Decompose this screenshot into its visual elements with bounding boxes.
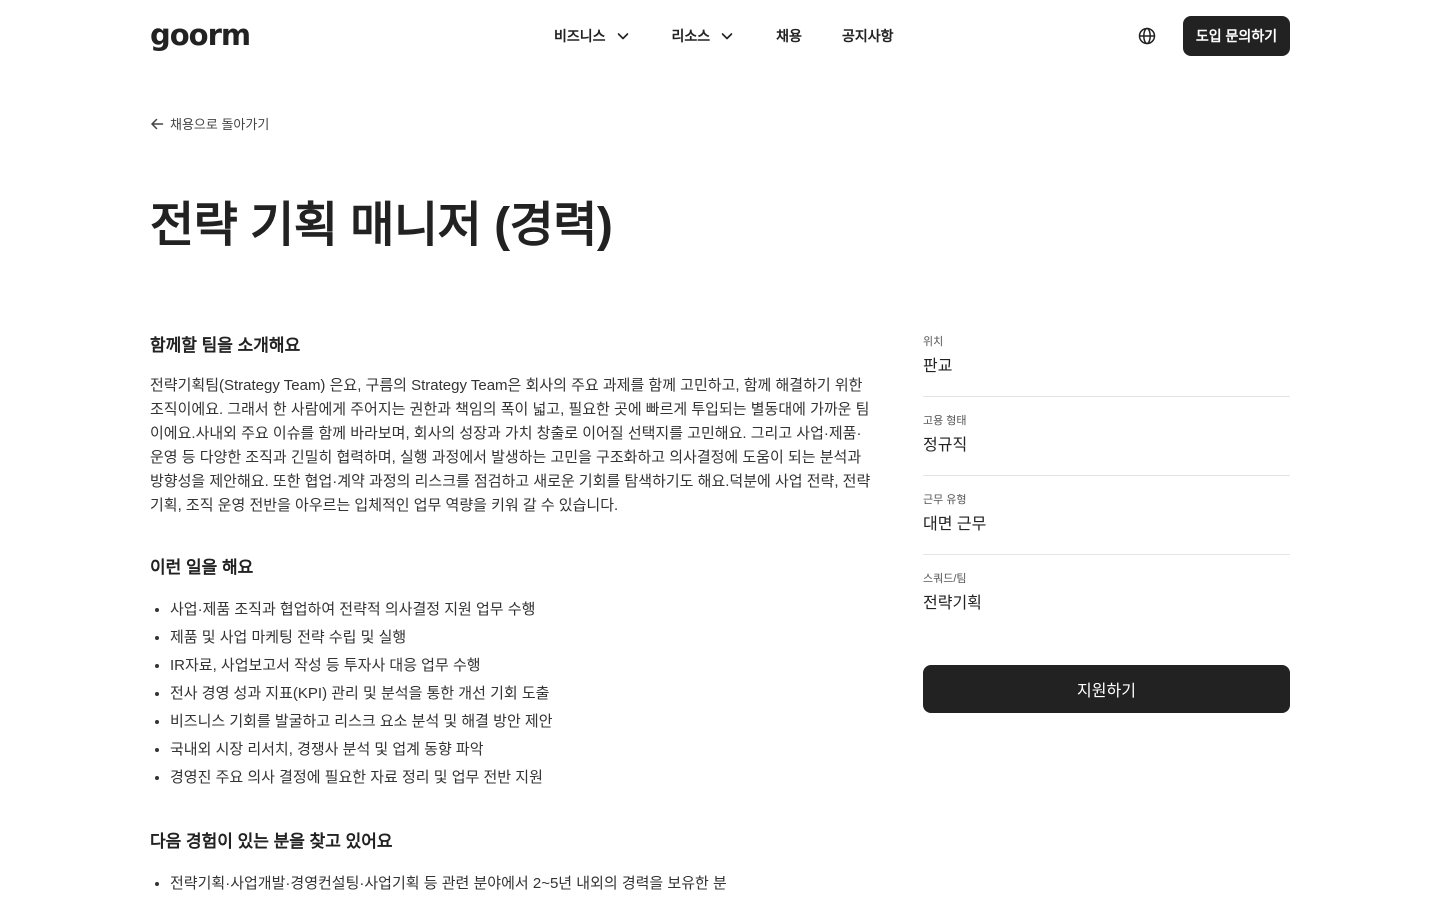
- nav-item-resources[interactable]: 리소스: [672, 26, 735, 46]
- list-item: 국내외 시장 리서치, 경쟁사 분석 및 업계 동향 파악: [150, 736, 875, 764]
- contact-sales-button[interactable]: 도입 문의하기: [1183, 16, 1290, 56]
- meta-label: 위치: [923, 336, 944, 348]
- main-nav: 비즈니스 리소스 채용 공지사항: [554, 26, 893, 46]
- back-link-label: 채용으로 돌아가기: [170, 117, 270, 132]
- list-item: 전략기획·사업개발·경영컨설팅·사업기획 등 관련 분야에서 2~5년 내외의 …: [150, 870, 875, 898]
- nav-item-business[interactable]: 비즈니스: [554, 26, 630, 46]
- globe-icon[interactable]: [1137, 26, 1157, 46]
- meta-employment-type: 고용 형태 정규직: [923, 397, 1290, 476]
- goorm-logo[interactable]: goorm: [150, 18, 251, 52]
- job-description: 함께할 팀을 소개해요 전략기획팀(Strategy Team) 은요, 구름의…: [150, 334, 875, 898]
- nav-item-careers[interactable]: 채용: [776, 26, 802, 46]
- meta-value: 대면 근무: [923, 516, 987, 533]
- apply-button[interactable]: 지원하기: [923, 665, 1290, 713]
- nav-item-label: 채용: [776, 28, 802, 44]
- list-item: 경영진 주요 의사 결정에 필요한 자료 정리 및 업무 전반 지원: [150, 764, 875, 792]
- experience-list: 전략기획·사업개발·경영컨설팅·사업기획 등 관련 분야에서 2~5년 내외의 …: [150, 870, 875, 898]
- meta-label: 스쿼드/팀: [923, 573, 967, 585]
- nav-item-label: 비즈니스: [554, 28, 606, 44]
- page-title: 전략 기획 매니저 (경력): [150, 199, 613, 252]
- team-description: 전략기획팀(Strategy Team) 은요, 구름의 Strategy Te…: [150, 377, 871, 514]
- meta-location: 위치 판교: [923, 334, 1290, 397]
- nav-item-notices[interactable]: 공지사항: [842, 26, 894, 46]
- meta-value: 판교: [923, 358, 953, 375]
- meta-value: 전략기획: [923, 595, 982, 612]
- arrow-left-icon: [151, 118, 164, 129]
- back-to-careers-link[interactable]: 채용으로 돌아가기: [150, 114, 269, 133]
- job-meta-sidebar: 위치 판교 고용 형태 정규직 근무 유형 대면 근무 스쿼드/팀 전략기획: [923, 334, 1290, 634]
- meta-team: 스쿼드/팀 전략기획: [923, 555, 1290, 634]
- list-item: 비즈니스 기회를 발굴하고 리스크 요소 분석 및 해결 방안 제안: [150, 708, 875, 736]
- nav-item-label: 리소스: [671, 28, 711, 44]
- section-heading-experience: 다음 경험이 있는 분을 찾고 있어요: [150, 832, 393, 851]
- chevron-down-icon: [617, 33, 628, 40]
- chevron-down-icon: [721, 33, 733, 40]
- list-item: 제품 및 사업 마케팅 전략 수립 및 실행: [150, 624, 875, 652]
- meta-label: 고용 형태: [923, 415, 967, 427]
- section-heading-team: 함께할 팀을 소개해요: [150, 336, 301, 355]
- nav-item-label: 공지사항: [841, 28, 894, 44]
- work-list: 사업·제품 조직과 협업하여 전략적 의사결정 지원 업무 수행 제품 및 사업…: [150, 596, 875, 792]
- list-item: 전사 경영 성과 지표(KPI) 관리 및 분석을 통한 개선 기회 도출: [150, 680, 875, 708]
- section-heading-work: 이런 일을 해요: [150, 558, 254, 577]
- meta-work-type: 근무 유형 대면 근무: [923, 476, 1290, 555]
- list-item: IR자료, 사업보고서 작성 등 투자사 대응 업무 수행: [150, 652, 875, 680]
- meta-label: 근무 유형: [923, 494, 967, 506]
- list-item: 사업·제품 조직과 협업하여 전략적 의사결정 지원 업무 수행: [150, 596, 875, 624]
- meta-value: 정규직: [923, 437, 968, 454]
- site-header: goorm 비즈니스 리소스 채용 공지사항 도입 문의하기: [0, 0, 1440, 72]
